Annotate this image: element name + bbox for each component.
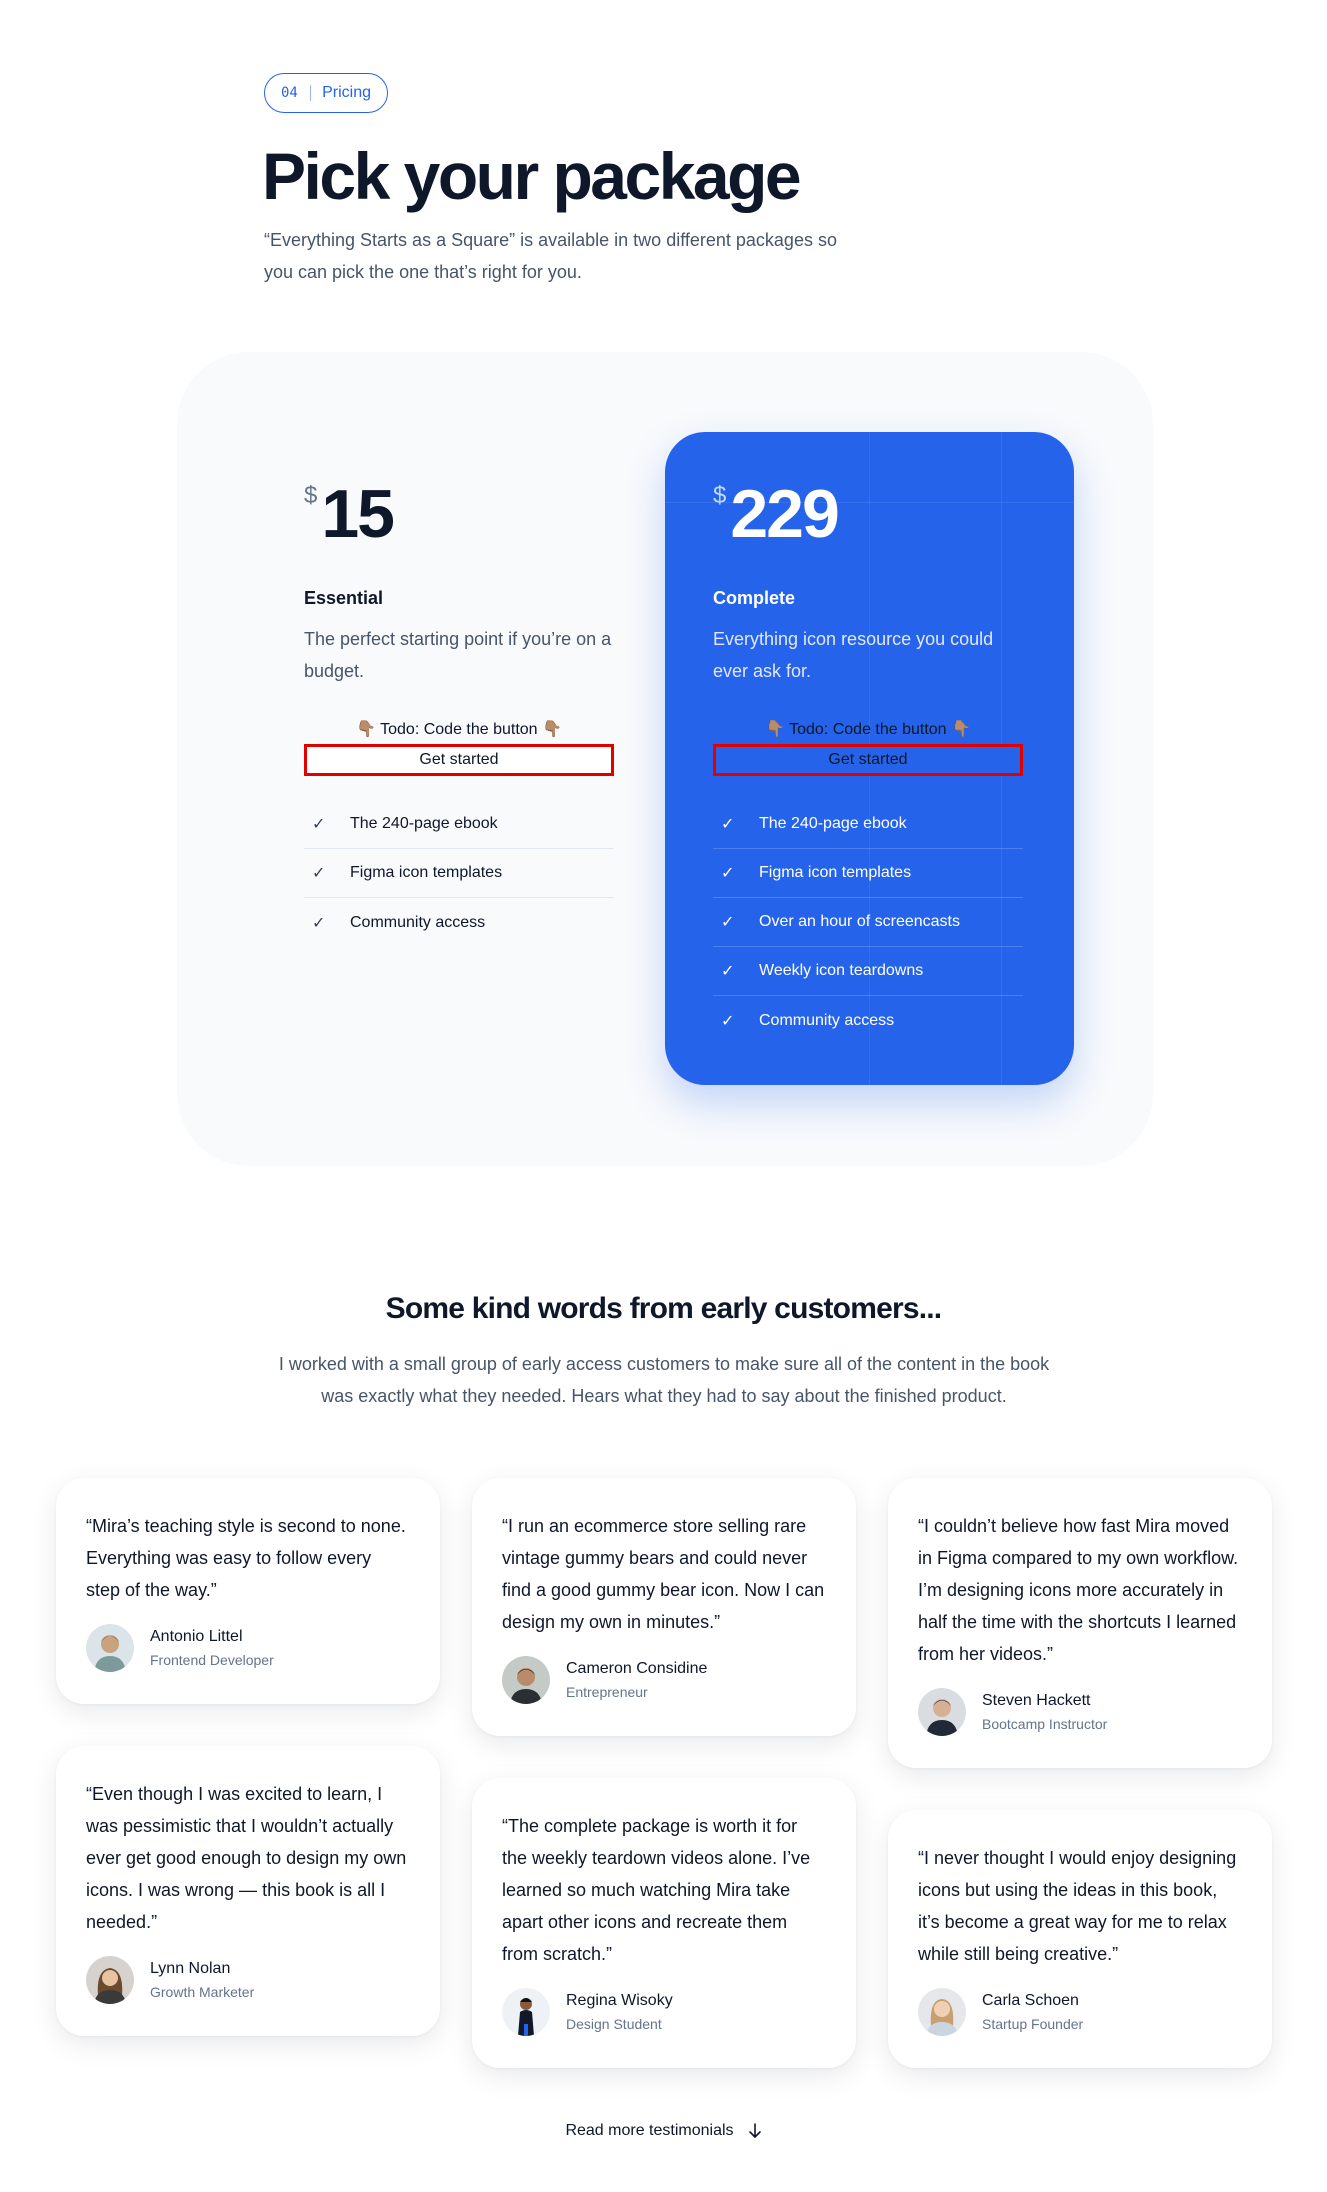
testimonial-card: “Mira’s teaching style is second to none… <box>56 1478 440 1704</box>
author-role: Bootcamp Instructor <box>982 1716 1108 1732</box>
feature-item: ✓ Figma icon templates <box>713 849 1023 898</box>
avatar <box>86 1624 134 1672</box>
section-badge: 04 Pricing <box>264 73 388 113</box>
feature-label: The 240-page ebook <box>759 815 907 832</box>
testimonial-author: Carla Schoen Startup Founder <box>918 1988 1242 2036</box>
feature-list: ✓ The 240-page ebook ✓ Figma icon template… <box>304 800 614 947</box>
author-role: Entrepreneur <box>566 1684 648 1700</box>
testimonial-card: “The complete package is worth it for th… <box>472 1778 856 2068</box>
testimonials-title: Some kind words from early customers... <box>385 1292 942 1325</box>
get-started-button[interactable]: Get started <box>713 744 1023 776</box>
price-amount: 15 <box>321 476 395 552</box>
plan-description: The perfect starting point if you’re on … <box>304 629 612 681</box>
testimonial-quote: “Mira’s teaching style is second to none… <box>86 1516 406 1600</box>
testimonial-author: Lynn Nolan Growth Marketer <box>86 1956 410 2004</box>
author-role: Design Student <box>566 2016 662 2032</box>
testimonial-quote: “I run an ecommerce store selling rare v… <box>502 1516 825 1632</box>
feature-item: ✓ Community access <box>304 898 614 947</box>
todo-note: 👇🏽 Todo: Code the button 👇🏽 <box>356 721 562 738</box>
check-icon: ✓ <box>721 963 735 980</box>
read-more-testimonials-link[interactable]: Read more testimonials <box>0 2122 1327 2140</box>
author-name: Steven Hackett <box>982 1692 1091 1709</box>
feature-item: ✓ Figma icon templates <box>304 849 614 898</box>
plan-essential: $ 15 Essential The perfect starting poin… <box>304 432 712 992</box>
price: $ 229 <box>713 476 840 552</box>
avatar <box>502 1988 550 2036</box>
avatar <box>86 1956 134 2004</box>
feature-label: Weekly icon teardowns <box>759 962 924 979</box>
author-name: Cameron Considine <box>566 1660 708 1677</box>
author-name: Lynn Nolan <box>150 1960 231 1977</box>
author-name: Regina Wisoky <box>566 1992 673 2009</box>
testimonial-author: Steven Hackett Bootcamp Instructor <box>918 1688 1242 1736</box>
page-subtitle: “Everything Starts as a Square” is avail… <box>264 230 837 282</box>
badge-number: 04 <box>281 85 298 101</box>
testimonial-quote: “I never thought I would enjoy designing… <box>918 1848 1237 1964</box>
check-icon: ✓ <box>312 816 326 833</box>
price-currency: $ <box>713 482 727 509</box>
feature-label: Figma icon templates <box>350 864 503 881</box>
feature-label: Community access <box>759 1011 895 1029</box>
badge-label: Pricing <box>322 84 371 101</box>
testimonial-quote: “I couldn’t believe how fast Mira moved … <box>918 1516 1239 1664</box>
author-name: Carla Schoen <box>982 1992 1079 2009</box>
arrow-down-icon <box>748 2123 762 2139</box>
feature-label: Community access <box>350 913 486 931</box>
plan-description: Everything icon resource you could ever … <box>713 629 994 681</box>
plan-name: Essential <box>304 588 384 608</box>
price-currency: $ <box>304 482 318 509</box>
plan-complete: $ 229 Complete Everything icon resource … <box>665 432 1074 1085</box>
check-icon: ✓ <box>721 914 735 931</box>
feature-item: ✓ Community access <box>713 996 1023 1045</box>
check-icon: ✓ <box>721 816 735 833</box>
testimonial-author: Regina Wisoky Design Student <box>502 1988 826 2036</box>
testimonial-quote: “Even though I was excited to learn, I w… <box>86 1784 407 1932</box>
testimonial-author: Antonio Littel Frontend Developer <box>86 1624 410 1672</box>
check-icon: ✓ <box>312 914 326 932</box>
testimonial-card: “I couldn’t believe how fast Mira moved … <box>888 1478 1272 1768</box>
price: $ 15 <box>304 476 395 552</box>
author-role: Startup Founder <box>982 2016 1084 2032</box>
testimonial-card: “Even though I was excited to learn, I w… <box>56 1746 440 2036</box>
plan-name: Complete <box>713 588 796 608</box>
avatar <box>918 1988 966 2036</box>
author-role: Frontend Developer <box>150 1652 274 1668</box>
testimonial-card: “I never thought I would enjoy designing… <box>888 1810 1272 2068</box>
get-started-button[interactable]: Get started <box>304 744 614 776</box>
feature-label: Figma icon templates <box>759 864 912 881</box>
avatar <box>502 1656 550 1704</box>
feature-item: ✓ Over an hour of screencasts <box>713 898 1023 947</box>
price-amount: 229 <box>730 476 839 552</box>
feature-item: ✓ The 240-page ebook <box>713 800 1023 849</box>
feature-item: ✓ Weekly icon teardowns <box>713 947 1023 996</box>
testimonials-subtitle: I worked with a small group of early acc… <box>278 1354 1050 1406</box>
testimonial-card: “I run an ecommerce store selling rare v… <box>472 1478 856 1736</box>
todo-note: 👇🏽 Todo: Code the button 👇🏽 <box>765 721 971 738</box>
testimonial-quote: “The complete package is worth it for th… <box>502 1816 811 1964</box>
feature-label: The 240-page ebook <box>350 815 498 832</box>
testimonial-author: Cameron Considine Entrepreneur <box>502 1656 826 1704</box>
check-icon: ✓ <box>721 1012 735 1030</box>
feature-label: Over an hour of screencasts <box>759 913 960 930</box>
feature-list: ✓ The 240-page ebook ✓ Figma icon template… <box>713 800 1023 1045</box>
check-icon: ✓ <box>312 865 326 882</box>
author-name: Antonio Littel <box>150 1628 243 1645</box>
check-icon: ✓ <box>721 865 735 882</box>
feature-item: ✓ The 240-page ebook <box>304 800 614 849</box>
author-role: Growth Marketer <box>150 1984 255 2000</box>
read-more-label: Read more testimonials <box>565 2122 734 2139</box>
avatar <box>918 1688 966 1736</box>
page-title: Pick your package <box>262 139 802 213</box>
